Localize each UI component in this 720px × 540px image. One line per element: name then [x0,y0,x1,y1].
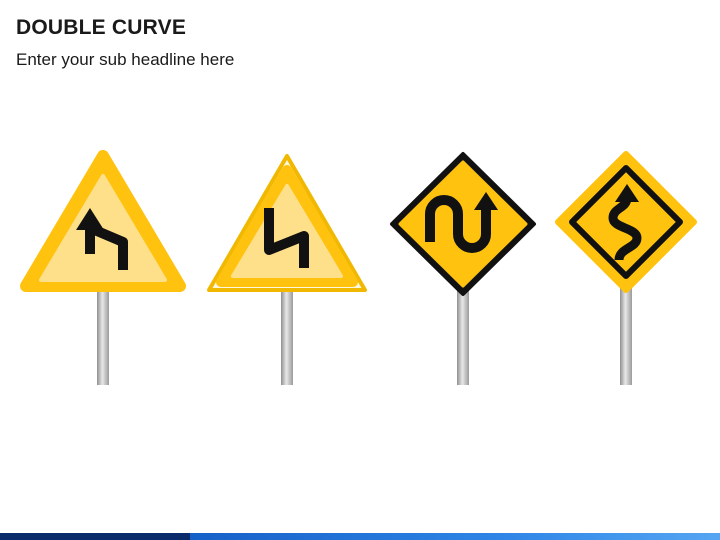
outlined-triangle-double-curve-sign [207,154,367,385]
diamond-winding-road-sign [390,152,536,385]
sign-pole [620,288,632,385]
page-title: DOUBLE CURVE [16,16,187,39]
triangle-double-curve-sign [20,150,186,385]
diamond-double-curve-sign [555,151,697,385]
page-subtitle: Enter your sub headline here [16,50,235,69]
sign-pole [97,285,109,385]
sign-pole [281,288,293,385]
sign-pole [457,290,469,385]
footer-bar [0,533,720,540]
footer-bar-light-segment [190,533,720,540]
footer-bar-dark-segment [0,533,190,540]
